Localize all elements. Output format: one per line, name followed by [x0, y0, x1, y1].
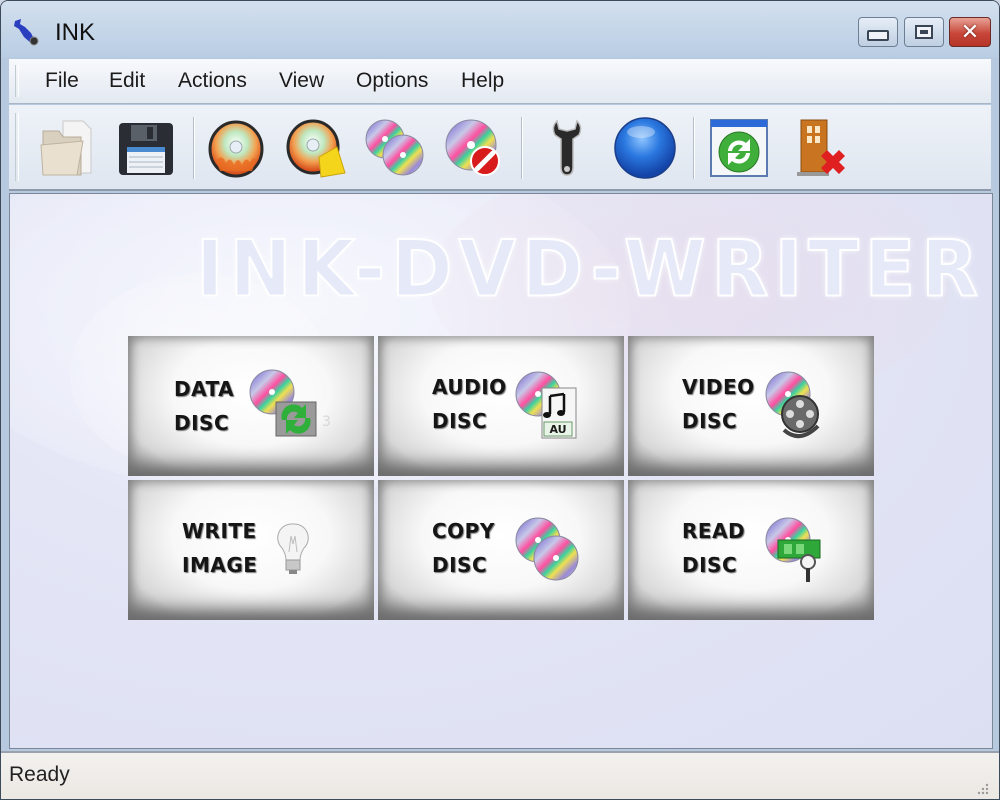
menu-bar: File Edit Actions View Options Help: [9, 59, 991, 104]
toolbar-separator: [521, 117, 523, 179]
floppy-save-icon: [119, 123, 173, 175]
menu-help[interactable]: Help: [461, 69, 504, 93]
toolbar-separator: [693, 117, 695, 179]
toolbar-separator: [193, 117, 195, 179]
exit-door-icon: [797, 119, 845, 176]
burn-to-button[interactable]: [285, 115, 349, 181]
lightbulb-icon: [277, 523, 309, 574]
status-text: Ready: [9, 763, 70, 786]
menu-file[interactable]: File: [45, 69, 79, 93]
au-badge: AU: [549, 423, 566, 436]
exit-button[interactable]: [787, 115, 851, 181]
tile-label: COPY DISC: [432, 519, 495, 577]
copy-discs-icon: [365, 119, 424, 176]
maximize-icon: [915, 25, 933, 39]
open-folder-icon: [40, 120, 92, 176]
read-disc-icon: [765, 517, 821, 582]
tile-label: AUDIO DISC: [432, 375, 507, 433]
burn-button[interactable]: [205, 115, 269, 181]
minimize-icon: [867, 29, 889, 41]
tile-label: DATA DISC: [174, 377, 235, 435]
video-disc-tile[interactable]: VIDEO DISC: [628, 336, 874, 476]
settings-button[interactable]: [535, 115, 599, 181]
close-icon: ✕: [960, 19, 980, 45]
burn-disc-arrow-icon: [286, 119, 346, 178]
refresh-button[interactable]: [707, 115, 771, 181]
tile-label: WRITE IMAGE: [182, 519, 258, 577]
wrench-icon: [552, 119, 582, 176]
copy-disc-button[interactable]: [363, 115, 427, 181]
erase-disc-button[interactable]: [441, 115, 505, 181]
data-disc-tile[interactable]: DATA DISC 3: [128, 336, 374, 476]
window-title: INK: [55, 19, 96, 46]
burn-disc-icon: [208, 120, 264, 178]
svg-text:3: 3: [322, 414, 331, 430]
menu-edit[interactable]: Edit: [109, 69, 145, 93]
read-disc-tile[interactable]: READ DISC: [628, 480, 874, 620]
app-icon: [14, 19, 39, 46]
tile-label: READ DISC: [682, 519, 746, 577]
blue-sphere-icon: [614, 117, 676, 179]
audio-disc-tile[interactable]: AUDIO DISC AU: [378, 336, 624, 476]
toolbar: [9, 105, 991, 191]
write-image-tile[interactable]: WRITE IMAGE: [128, 480, 374, 620]
main-panel: INK-DVD-WRITER DATA DISC 3 AUDIO DISC AU…: [9, 193, 993, 749]
app-banner: INK-DVD-WRITER: [195, 223, 985, 315]
maximize-button[interactable]: [904, 17, 944, 47]
menu-options[interactable]: Options: [356, 69, 428, 93]
audio-disc-icon: AU: [515, 371, 577, 439]
copy-disc-icon: [515, 517, 579, 581]
toolbar-grip[interactable]: [15, 113, 19, 181]
app-window: INK ✕ File Edit Actions View Options Hel…: [0, 0, 1000, 800]
minimize-button[interactable]: [858, 17, 898, 47]
status-bar: Ready: [1, 751, 999, 799]
tile-label: VIDEO DISC: [682, 375, 755, 433]
menu-grip[interactable]: [15, 65, 19, 97]
resize-grip-icon[interactable]: [975, 781, 989, 795]
video-disc-icon: [765, 371, 820, 438]
close-button[interactable]: ✕: [949, 17, 991, 47]
refresh-window-icon: [710, 119, 768, 177]
menu-actions[interactable]: Actions: [178, 69, 247, 93]
copy-disc-tile[interactable]: COPY DISC: [378, 480, 624, 620]
erase-disc-icon: [445, 119, 500, 176]
menu-view[interactable]: View: [279, 69, 324, 93]
data-disc-icon: 3: [249, 369, 331, 437]
title-bar[interactable]: INK ✕: [1, 1, 999, 57]
web-button[interactable]: [613, 115, 677, 181]
open-button[interactable]: [35, 115, 99, 181]
save-button[interactable]: [113, 115, 177, 181]
